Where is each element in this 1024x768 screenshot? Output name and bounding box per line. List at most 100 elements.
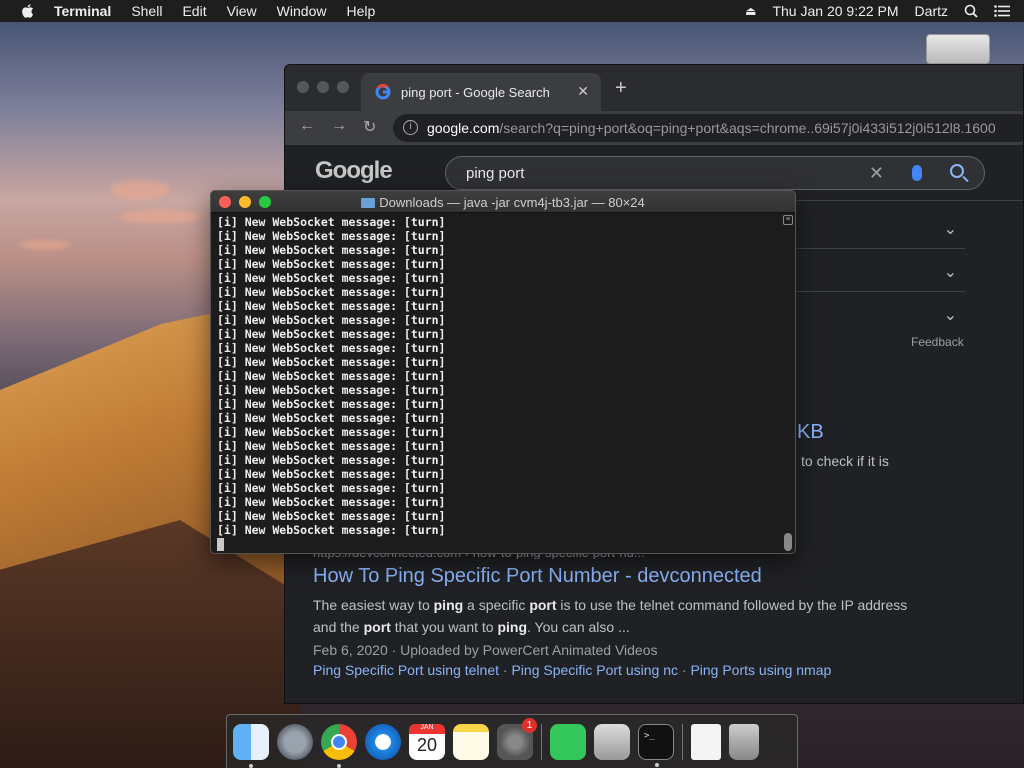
- notes-icon[interactable]: [453, 723, 489, 760]
- terminal-line: [i] New WebSocket message: [turn]: [217, 509, 446, 523]
- sitelink-telnet[interactable]: Ping Specific Port using telnet: [313, 662, 499, 678]
- terminal-line: [i] New WebSocket message: [turn]: [217, 397, 446, 411]
- calendar-icon[interactable]: JAN 20: [409, 723, 445, 760]
- search-result: https://devconnected.com › how-to-ping-s…: [313, 545, 993, 678]
- chrome-icon[interactable]: [321, 723, 357, 768]
- result-snippet-partial: to check if it is: [801, 453, 889, 469]
- url-path: /search?q=ping+port&oq=ping+port&aqs=chr…: [499, 120, 996, 136]
- reload-icon[interactable]: ↻: [363, 117, 376, 137]
- terminal-line: [i] New WebSocket message: [turn]: [217, 355, 446, 369]
- minimize-button[interactable]: [317, 81, 329, 93]
- finder-icon[interactable]: [233, 723, 269, 768]
- document-icon[interactable]: [691, 723, 721, 760]
- terminal-window[interactable]: Downloads — java -jar cvm4j-tb3.jar — 80…: [210, 190, 796, 554]
- window-controls: [297, 81, 349, 93]
- dock-separator: [682, 723, 683, 760]
- address-toolbar: ← → ↻ i google.com/search?q=ping+port&oq…: [285, 111, 1023, 145]
- scrollbar-handle[interactable]: [784, 533, 792, 551]
- site-info-icon[interactable]: i: [403, 120, 418, 135]
- dock-separator: [541, 723, 542, 760]
- search-icon[interactable]: [950, 164, 964, 178]
- google-favicon-icon: [375, 84, 391, 100]
- user-menu[interactable]: Dartz: [915, 3, 948, 19]
- terminal-line: [i] New WebSocket message: [turn]: [217, 313, 446, 327]
- facetime-icon[interactable]: [550, 723, 586, 760]
- terminal-prompt-glyph: >_: [644, 730, 655, 741]
- wallpaper-cloud: [120, 210, 200, 224]
- new-tab-icon[interactable]: +: [615, 77, 627, 100]
- people-also-ask-item[interactable]: ⌄: [795, 207, 965, 249]
- people-also-ask-item[interactable]: ⌄: [795, 250, 965, 292]
- wallpaper-cloud: [110, 180, 170, 200]
- feedback-link[interactable]: Feedback: [911, 335, 964, 349]
- terminal-line: [i] New WebSocket message: [turn]: [217, 271, 446, 285]
- terminal-line: [i] New WebSocket message: [turn]: [217, 229, 446, 243]
- menu-shell[interactable]: Shell: [131, 3, 162, 19]
- sitelink-nc[interactable]: Ping Specific Port using nc: [511, 662, 678, 678]
- system-preferences-icon[interactable]: 1: [497, 717, 537, 760]
- spotlight-search-icon[interactable]: [964, 4, 978, 18]
- search-query: ping port: [466, 164, 525, 182]
- result-title-partial[interactable]: KB: [797, 421, 824, 444]
- voice-search-icon[interactable]: [912, 165, 922, 181]
- result-snippet: The easiest way to ping a specific port …: [313, 597, 908, 635]
- close-button[interactable]: [297, 81, 309, 93]
- clear-search-icon[interactable]: ✕: [869, 163, 884, 184]
- terminal-titlebar[interactable]: Downloads — java -jar cvm4j-tb3.jar — 80…: [211, 191, 795, 213]
- zoom-button[interactable]: [337, 81, 349, 93]
- running-indicator: [655, 762, 659, 767]
- terminal-line: [i] New WebSocket message: [turn]: [217, 383, 446, 397]
- app-menu[interactable]: Terminal: [54, 3, 111, 19]
- safari-icon[interactable]: [365, 723, 401, 760]
- tab-close-icon[interactable]: ✕: [577, 83, 589, 100]
- apple-menu-icon[interactable]: [20, 3, 34, 19]
- calendar-day: 20: [416, 734, 438, 755]
- eject-icon[interactable]: ⏏: [745, 4, 756, 18]
- result-title[interactable]: How To Ping Specific Port Number - devco…: [313, 565, 993, 588]
- forward-icon[interactable]: →: [331, 117, 347, 135]
- url-host: google.com: [427, 120, 500, 136]
- archive-utility-icon[interactable]: [594, 723, 630, 760]
- scrollbar-toggle-icon[interactable]: ≡: [783, 215, 793, 225]
- menu-view[interactable]: View: [227, 3, 257, 19]
- running-indicator: [249, 763, 253, 768]
- result-sitelinks: Ping Specific Port using telnet · Ping S…: [313, 662, 832, 678]
- terminal-line: [i] New WebSocket message: [turn]: [217, 425, 446, 439]
- notification-center-icon[interactable]: [994, 5, 1010, 17]
- terminal-icon[interactable]: >_: [638, 723, 674, 767]
- tab-title: ping port - Google Search: [401, 84, 550, 100]
- launchpad-icon[interactable]: [277, 723, 313, 760]
- terminal-cursor: [217, 538, 224, 551]
- chevron-down-icon: ⌄: [943, 264, 957, 281]
- terminal-line: [i] New WebSocket message: [turn]: [217, 495, 446, 509]
- address-bar[interactable]: i google.com/search?q=ping+port&oq=ping+…: [393, 114, 1023, 142]
- terminal-scrollbar[interactable]: ≡: [783, 215, 793, 553]
- chevron-down-icon: ⌄: [943, 307, 957, 324]
- search-input[interactable]: ping port ✕: [445, 156, 985, 190]
- google-logo[interactable]: Google: [315, 157, 393, 185]
- terminal-line: [i] New WebSocket message: [turn]: [217, 481, 446, 495]
- running-indicator: [337, 763, 341, 768]
- menu-edit[interactable]: Edit: [182, 3, 206, 19]
- terminal-line: [i] New WebSocket message: [turn]: [217, 257, 446, 271]
- clock[interactable]: Thu Jan 20 9:22 PM: [772, 3, 898, 19]
- trash-icon[interactable]: [729, 723, 759, 760]
- chevron-down-icon: ⌄: [943, 221, 957, 238]
- terminal-line: [i] New WebSocket message: [turn]: [217, 341, 446, 355]
- terminal-output[interactable]: [i] New WebSocket message: [turn] [i] New…: [211, 213, 795, 551]
- menubar: Terminal Shell Edit View Window Help ⏏ T…: [0, 0, 1024, 22]
- terminal-line: [i] New WebSocket message: [turn]: [217, 215, 446, 229]
- tab-google-search[interactable]: ping port - Google Search ✕: [361, 73, 601, 111]
- back-icon[interactable]: ←: [299, 117, 315, 135]
- terminal-line: [i] New WebSocket message: [turn]: [217, 285, 446, 299]
- terminal-line: [i] New WebSocket message: [turn]: [217, 439, 446, 453]
- sitelink-nmap[interactable]: Ping Ports using nmap: [690, 662, 831, 678]
- menu-help[interactable]: Help: [346, 3, 375, 19]
- calendar-month: JAN: [409, 723, 445, 734]
- menu-window[interactable]: Window: [277, 3, 327, 19]
- desktop-disk-icon[interactable]: [926, 34, 990, 64]
- terminal-line: [i] New WebSocket message: [turn]: [217, 243, 446, 257]
- terminal-line: [i] New WebSocket message: [turn]: [217, 327, 446, 341]
- people-also-ask-item[interactable]: ⌄: [795, 293, 965, 335]
- terminal-line: [i] New WebSocket message: [turn]: [217, 467, 446, 481]
